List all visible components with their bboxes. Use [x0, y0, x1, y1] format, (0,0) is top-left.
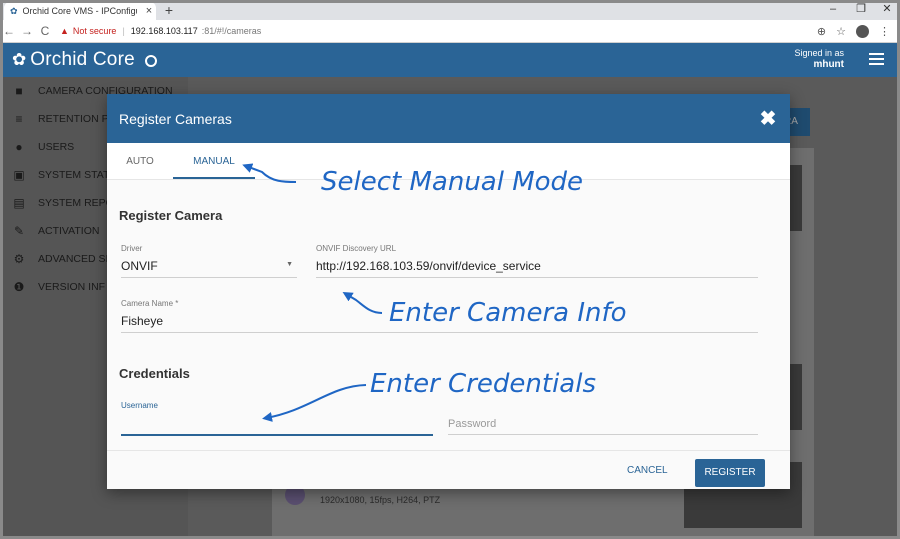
user-icon: ●: [15, 140, 23, 154]
annotation-select-manual: Select Manual Mode: [321, 167, 584, 197]
app-header: ✿ Orchid Core Signed in as mhunt: [0, 43, 900, 77]
sidebar-item-label: RETENTION P: [38, 113, 109, 125]
sidebar-item-label: USERS: [38, 141, 75, 153]
extension-icon[interactable]: [856, 24, 869, 38]
signed-in-label: Signed in as: [794, 48, 844, 58]
password-placeholder: Password: [448, 418, 497, 430]
register-button[interactable]: REGISTER: [695, 459, 765, 487]
camera-thumbnail: [790, 165, 802, 231]
credentials-heading: Credentials: [119, 366, 190, 381]
dialog-title: Register Cameras: [119, 110, 232, 127]
tab-manual[interactable]: MANUAL: [173, 143, 255, 179]
database-icon: ≡: [15, 112, 23, 126]
signed-in-info: Signed in as mhunt: [794, 47, 844, 71]
register-camera-heading: Register Camera: [119, 208, 223, 223]
register-cameras-dialog: Register Cameras ✖ AUTO MANUAL Register …: [107, 94, 790, 489]
close-icon[interactable]: ✖: [758, 106, 778, 131]
url-separator: |: [122, 26, 125, 36]
driver-select[interactable]: Driver ONVIF ▼: [121, 244, 297, 278]
url-field[interactable]: ▲ Not secure | 192.168.103.117:81/#!/cam…: [60, 26, 817, 36]
tab-auto[interactable]: AUTO: [107, 143, 173, 179]
url-host: 192.168.103.117: [130, 26, 198, 36]
report-icon: ▤: [13, 196, 25, 210]
back-icon[interactable]: ←: [0, 24, 18, 38]
dropdown-arrow-icon: ▼: [286, 261, 293, 268]
browser-tab-title: Orchid Core VMS - IPConfigure: [22, 6, 137, 16]
url-path: :81/#!/cameras: [201, 26, 262, 36]
dialog-footer: CANCEL REGISTER: [107, 450, 790, 489]
username-value: [121, 416, 433, 430]
orchid-logo-icon: ✿: [12, 50, 27, 69]
app-title: Orchid Core: [30, 49, 135, 70]
window-close-button[interactable]: ✕: [872, 0, 900, 20]
username-field[interactable]: Username: [121, 401, 433, 436]
driver-value: ONVIF: [121, 259, 158, 273]
cancel-button[interactable]: CANCEL: [627, 465, 668, 476]
camera-resolution: 1920x1080, 15fps, H264, PTZ: [320, 495, 441, 505]
warning-icon: ▲: [60, 26, 69, 36]
sidebar-item-label: VERSION INF: [38, 281, 106, 293]
tab-close-icon[interactable]: ×: [142, 5, 156, 17]
more-icon[interactable]: ⋮: [879, 25, 890, 38]
dialog-header: Register Cameras ✖: [107, 94, 790, 143]
sidebar-item-label: ACTIVATION: [38, 225, 100, 237]
address-bar: ← → C ▲ Not secure | 192.168.103.117:81/…: [0, 20, 900, 43]
gear-icon: ⚙: [13, 252, 25, 266]
help-icon[interactable]: [144, 55, 157, 67]
annotation-camera-info: Enter Camera Info: [389, 298, 627, 328]
password-field[interactable]: Password: [448, 418, 758, 435]
username-label: Username: [121, 401, 158, 410]
signed-in-user: mhunt: [813, 59, 844, 70]
video-camera-icon: ■: [15, 84, 23, 98]
new-tab-button[interactable]: +: [160, 2, 178, 18]
zoom-icon[interactable]: ⊕: [817, 25, 826, 38]
not-secure-label: Not secure: [72, 26, 117, 36]
status-icon: ▣: [13, 168, 25, 182]
sidebar-item-label: SYSTEM STAT: [38, 169, 110, 181]
browser-tab[interactable]: ✿ Orchid Core VMS - IPConfigure ×: [4, 2, 156, 20]
camera-thumbnail: [790, 364, 802, 430]
onvif-url-label: ONVIF Discovery URL: [316, 244, 397, 253]
onvif-url-value: http://192.168.103.59/onvif/device_servi…: [316, 259, 541, 273]
star-icon[interactable]: ☆: [836, 25, 846, 38]
sidebar-item-label: SYSTEM REPO: [38, 197, 114, 209]
forward-icon[interactable]: →: [18, 24, 36, 38]
onvif-url-field[interactable]: ONVIF Discovery URL http://192.168.103.5…: [316, 244, 758, 278]
app-logo[interactable]: ✿ Orchid Core: [12, 49, 157, 71]
key-icon: ✎: [13, 224, 25, 238]
orchid-favicon-icon: ✿: [10, 5, 18, 16]
sidebar-item-label: ADVANCED SI: [38, 253, 109, 265]
annotation-credentials: Enter Credentials: [370, 369, 596, 399]
reload-icon[interactable]: C: [36, 24, 54, 38]
info-icon: ❶: [13, 280, 25, 294]
hamburger-menu-icon[interactable]: [869, 53, 884, 65]
browser-tab-bar: ✿ Orchid Core VMS - IPConfigure × + – ❐ …: [0, 0, 900, 20]
driver-label: Driver: [121, 244, 143, 253]
window-minimize-button[interactable]: –: [818, 0, 848, 20]
